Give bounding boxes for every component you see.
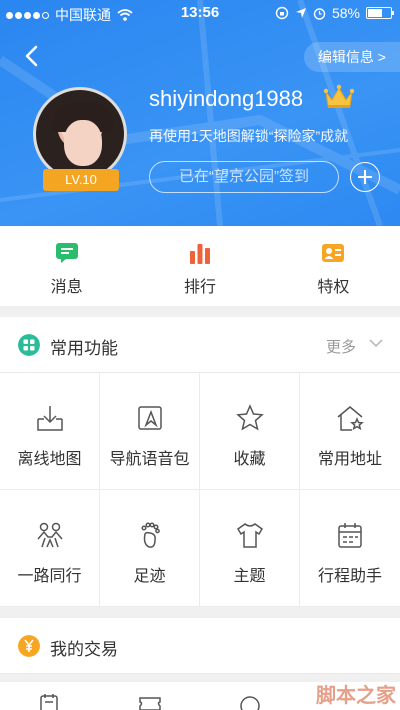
common-functions-header: 常用功能 更多 bbox=[0, 317, 400, 373]
section-title: 我的交易 bbox=[50, 640, 118, 659]
more-link[interactable]: 更多 bbox=[326, 336, 356, 357]
grid-item-travel-together[interactable]: 一路同行 bbox=[0, 490, 100, 607]
tab-label: 排行 bbox=[183, 279, 216, 296]
tab-privilege[interactable]: 特权 bbox=[267, 226, 400, 306]
grid-item-footprint[interactable]: 足迹 bbox=[100, 490, 200, 607]
grid-item-voice-pack[interactable]: 导航语音包 bbox=[100, 373, 200, 490]
watermark: 脚本之家 bbox=[316, 685, 396, 707]
travel-together-icon bbox=[36, 522, 63, 548]
ticket-icon[interactable] bbox=[138, 694, 162, 710]
grid-item-label: 收藏 bbox=[233, 451, 266, 468]
grid-item-offline-map[interactable]: 离线地图 bbox=[0, 373, 100, 490]
profile-header: 中国联通 13:56 58% 编辑信息 > LV.10 shiyindong19… bbox=[0, 0, 400, 226]
grid-item-label: 离线地图 bbox=[17, 451, 82, 468]
home-star-icon bbox=[337, 406, 364, 431]
status-bar: 中国联通 13:56 58% bbox=[0, 0, 400, 28]
battery-percent: 58% bbox=[331, 5, 360, 21]
grid-item-trip-assistant[interactable]: 行程助手 bbox=[300, 490, 400, 607]
edit-profile-button[interactable]: 编辑信息 > bbox=[303, 42, 400, 72]
grid-item-theme[interactable]: 主题 bbox=[200, 490, 300, 607]
battery-icon bbox=[366, 7, 394, 19]
alarm-icon bbox=[313, 7, 326, 20]
grid-item-favorites[interactable]: 收藏 bbox=[200, 373, 300, 490]
location-arrow-icon bbox=[295, 8, 306, 18]
offline-map-icon bbox=[36, 406, 63, 431]
ranking-icon bbox=[189, 244, 210, 264]
star-icon bbox=[235, 404, 264, 431]
section-title: 常用功能 bbox=[50, 339, 118, 358]
message-icon bbox=[55, 243, 78, 263]
my-transactions-header[interactable]: 我的交易 bbox=[0, 618, 400, 674]
add-button[interactable] bbox=[350, 162, 380, 192]
order-icon[interactable] bbox=[38, 694, 60, 710]
avatar[interactable] bbox=[33, 87, 127, 181]
voice-pack-icon bbox=[137, 406, 162, 430]
grid-item-label: 行程助手 bbox=[317, 568, 382, 585]
transactions-row: 脚本之家 bbox=[0, 682, 400, 710]
yen-icon bbox=[18, 635, 40, 657]
username: shiyindong1988 bbox=[149, 86, 304, 111]
checkin-status[interactable]: 已在“望京公园”签到 bbox=[149, 161, 339, 193]
grid-icon bbox=[18, 334, 40, 356]
achievement-hint: 再使用1天地图解锁“探险家”成就 bbox=[149, 128, 349, 144]
grid-item-frequent-address[interactable]: 常用地址 bbox=[300, 373, 400, 490]
grid-item-label: 足迹 bbox=[133, 568, 166, 585]
privilege-icon bbox=[322, 244, 345, 262]
level-badge: LV.10 bbox=[43, 169, 119, 191]
quick-tabs: 消息 排行 特权 bbox=[0, 226, 400, 306]
tab-ranking[interactable]: 排行 bbox=[133, 226, 266, 306]
coupon-icon[interactable] bbox=[238, 694, 262, 710]
chevron-down-icon[interactable] bbox=[368, 335, 384, 351]
grid-item-label: 主题 bbox=[233, 568, 266, 585]
grid-item-label: 常用地址 bbox=[317, 451, 382, 468]
crown-icon[interactable] bbox=[323, 84, 355, 110]
rotation-lock-icon bbox=[275, 6, 289, 20]
grid-item-label: 一路同行 bbox=[17, 568, 82, 585]
tab-messages[interactable]: 消息 bbox=[0, 226, 133, 306]
footprint-icon bbox=[140, 522, 160, 548]
tab-label: 特权 bbox=[317, 279, 350, 296]
grid-item-label: 导航语音包 bbox=[109, 451, 190, 468]
tab-label: 消息 bbox=[50, 279, 83, 296]
calendar-icon bbox=[338, 523, 362, 548]
common-functions-grid: 离线地图 导航语音包 收藏 常用地址 一路同行 足迹 主题 行程助手 bbox=[0, 373, 400, 607]
tshirt-icon bbox=[236, 523, 263, 548]
back-button[interactable] bbox=[18, 42, 46, 70]
